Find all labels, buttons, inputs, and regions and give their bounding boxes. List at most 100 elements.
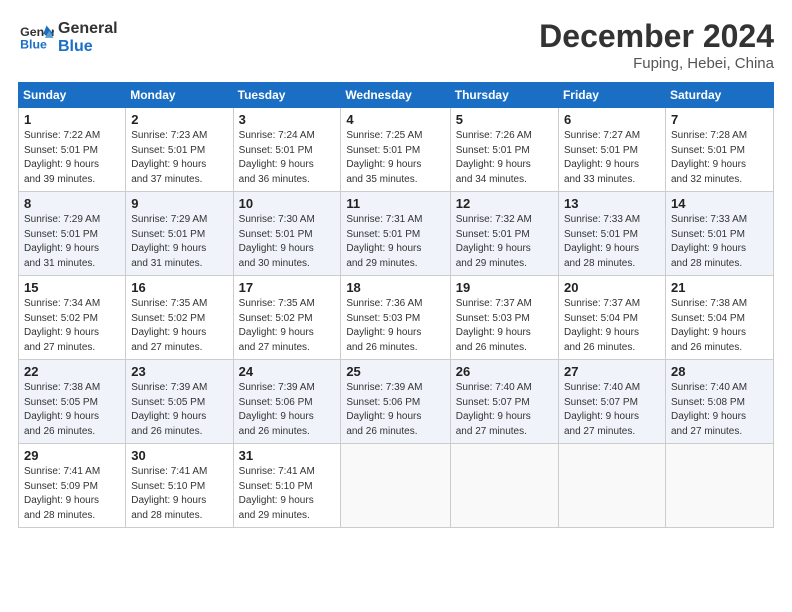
day-number: 15 xyxy=(24,280,120,295)
day-number: 30 xyxy=(131,448,227,463)
day-info: Sunrise: 7:29 AMSunset: 5:01 PMDaylight:… xyxy=(24,213,120,271)
calendar-cell: 11Sunrise: 7:31 AMSunset: 5:01 PMDayligh… xyxy=(341,192,450,276)
day-number: 20 xyxy=(564,280,660,295)
month-title: December 2024 xyxy=(539,18,774,55)
day-number: 16 xyxy=(131,280,227,295)
col-header-friday: Friday xyxy=(558,83,665,108)
day-info: Sunrise: 7:34 AMSunset: 5:02 PMDaylight:… xyxy=(24,297,120,355)
page: General Blue General Blue December 2024 … xyxy=(0,0,792,612)
day-number: 8 xyxy=(24,196,120,211)
calendar-cell: 24 Sunrise: 7:39 AMSunset: 5:06 PMDayligh… xyxy=(233,360,341,444)
calendar-cell: 6Sunrise: 7:27 AMSunset: 5:01 PMDaylight… xyxy=(558,108,665,192)
calendar-cell: 9Sunrise: 7:29 AMSunset: 5:01 PMDaylight… xyxy=(126,192,233,276)
calendar-cell: 28 Sunrise: 7:40 AMSunset: 5:08 PMDayligh… xyxy=(665,360,773,444)
week-row-1: 1 Sunrise: 7:22 AMSunset: 5:01 PMDaylight… xyxy=(19,108,774,192)
calendar-cell: 12 Sunrise: 7:32 AMSunset: 5:01 PMDayligh… xyxy=(450,192,558,276)
day-number: 31 xyxy=(239,448,336,463)
day-number: 29 xyxy=(24,448,120,463)
calendar-cell: 18 Sunrise: 7:36 AMSunset: 5:03 PMDayligh… xyxy=(341,276,450,360)
calendar-cell: 30 Sunrise: 7:41 AMSunset: 5:10 PMDayligh… xyxy=(126,444,233,528)
calendar-cell: 26 Sunrise: 7:40 AMSunset: 5:07 PMDayligh… xyxy=(450,360,558,444)
day-info: Sunrise: 7:38 AMSunset: 5:04 PMDaylight:… xyxy=(671,297,768,355)
day-info: Sunrise: 7:40 AMSunset: 5:08 PMDaylight:… xyxy=(671,381,768,439)
day-number: 11 xyxy=(346,196,444,211)
day-info: Sunrise: 7:41 AMSunset: 5:10 PMDaylight:… xyxy=(239,465,336,523)
day-number: 12 xyxy=(456,196,553,211)
col-header-sunday: Sunday xyxy=(19,83,126,108)
col-header-thursday: Thursday xyxy=(450,83,558,108)
calendar-cell: 29 Sunrise: 7:41 AMSunset: 5:09 PMDayligh… xyxy=(19,444,126,528)
day-number: 14 xyxy=(671,196,768,211)
day-info: Sunrise: 7:40 AMSunset: 5:07 PMDaylight:… xyxy=(456,381,553,439)
day-info: Sunrise: 7:32 AMSunset: 5:01 PMDaylight:… xyxy=(456,213,553,271)
week-row-3: 15 Sunrise: 7:34 AMSunset: 5:02 PMDayligh… xyxy=(19,276,774,360)
calendar-cell: 15 Sunrise: 7:34 AMSunset: 5:02 PMDayligh… xyxy=(19,276,126,360)
day-number: 6 xyxy=(564,112,660,127)
calendar-cell: 17 Sunrise: 7:35 AMSunset: 5:02 PMDayligh… xyxy=(233,276,341,360)
calendar-cell: 25 Sunrise: 7:39 AMSunset: 5:06 PMDayligh… xyxy=(341,360,450,444)
day-info: Sunrise: 7:40 AMSunset: 5:07 PMDaylight:… xyxy=(564,381,660,439)
day-number: 17 xyxy=(239,280,336,295)
calendar-cell: 14Sunrise: 7:33 AMSunset: 5:01 PMDayligh… xyxy=(665,192,773,276)
calendar-cell: 31 Sunrise: 7:41 AMSunset: 5:10 PMDayligh… xyxy=(233,444,341,528)
calendar-cell: 10Sunrise: 7:30 AMSunset: 5:01 PMDayligh… xyxy=(233,192,341,276)
col-header-wednesday: Wednesday xyxy=(341,83,450,108)
day-number: 26 xyxy=(456,364,553,379)
col-header-monday: Monday xyxy=(126,83,233,108)
day-info: Sunrise: 7:35 AMSunset: 5:02 PMDaylight:… xyxy=(239,297,336,355)
week-row-4: 22Sunrise: 7:38 AMSunset: 5:05 PMDayligh… xyxy=(19,360,774,444)
day-number: 22 xyxy=(24,364,120,379)
calendar-cell: 23Sunrise: 7:39 AMSunset: 5:05 PMDayligh… xyxy=(126,360,233,444)
day-number: 2 xyxy=(131,112,227,127)
day-info: Sunrise: 7:29 AMSunset: 5:01 PMDaylight:… xyxy=(131,213,227,271)
calendar-cell xyxy=(450,444,558,528)
day-number: 24 xyxy=(239,364,336,379)
calendar-cell xyxy=(341,444,450,528)
logo-general: General xyxy=(58,20,118,38)
day-number: 13 xyxy=(564,196,660,211)
day-info: Sunrise: 7:28 AMSunset: 5:01 PMDaylight:… xyxy=(671,129,768,187)
day-info: Sunrise: 7:35 AMSunset: 5:02 PMDaylight:… xyxy=(131,297,227,355)
day-number: 4 xyxy=(346,112,444,127)
day-info: Sunrise: 7:24 AMSunset: 5:01 PMDaylight:… xyxy=(239,129,336,187)
day-info: Sunrise: 7:30 AMSunset: 5:01 PMDaylight:… xyxy=(239,213,336,271)
day-info: Sunrise: 7:37 AMSunset: 5:04 PMDaylight:… xyxy=(564,297,660,355)
day-info: Sunrise: 7:36 AMSunset: 5:03 PMDaylight:… xyxy=(346,297,444,355)
calendar-cell: 2Sunrise: 7:23 AMSunset: 5:01 PMDaylight… xyxy=(126,108,233,192)
col-header-tuesday: Tuesday xyxy=(233,83,341,108)
day-number: 5 xyxy=(456,112,553,127)
day-number: 28 xyxy=(671,364,768,379)
day-info: Sunrise: 7:39 AMSunset: 5:05 PMDaylight:… xyxy=(131,381,227,439)
day-number: 21 xyxy=(671,280,768,295)
day-number: 18 xyxy=(346,280,444,295)
calendar-cell: 27 Sunrise: 7:40 AMSunset: 5:07 PMDayligh… xyxy=(558,360,665,444)
svg-text:Blue: Blue xyxy=(20,37,47,51)
day-info: Sunrise: 7:39 AMSunset: 5:06 PMDaylight:… xyxy=(239,381,336,439)
calendar-cell: 21 Sunrise: 7:38 AMSunset: 5:04 PMDayligh… xyxy=(665,276,773,360)
calendar-cell: 16 Sunrise: 7:35 AMSunset: 5:02 PMDayligh… xyxy=(126,276,233,360)
calendar-cell: 7Sunrise: 7:28 AMSunset: 5:01 PMDaylight… xyxy=(665,108,773,192)
calendar-cell: 22Sunrise: 7:38 AMSunset: 5:05 PMDayligh… xyxy=(19,360,126,444)
day-number: 25 xyxy=(346,364,444,379)
calendar-cell: 5Sunrise: 7:26 AMSunset: 5:01 PMDaylight… xyxy=(450,108,558,192)
col-header-saturday: Saturday xyxy=(665,83,773,108)
location: Fuping, Hebei, China xyxy=(539,55,774,72)
calendar-cell xyxy=(665,444,773,528)
day-info: Sunrise: 7:22 AMSunset: 5:01 PMDaylight:… xyxy=(24,129,120,187)
day-number: 1 xyxy=(24,112,120,127)
day-info: Sunrise: 7:41 AMSunset: 5:10 PMDaylight:… xyxy=(131,465,227,523)
day-number: 27 xyxy=(564,364,660,379)
logo-icon: General Blue xyxy=(18,22,54,52)
day-info: Sunrise: 7:25 AMSunset: 5:01 PMDaylight:… xyxy=(346,129,444,187)
day-info: Sunrise: 7:41 AMSunset: 5:09 PMDaylight:… xyxy=(24,465,120,523)
week-row-5: 29 Sunrise: 7:41 AMSunset: 5:09 PMDayligh… xyxy=(19,444,774,528)
logo: General Blue General Blue xyxy=(18,18,118,55)
header: General Blue General Blue December 2024 … xyxy=(18,18,774,72)
day-info: Sunrise: 7:39 AMSunset: 5:06 PMDaylight:… xyxy=(346,381,444,439)
calendar-cell: 3Sunrise: 7:24 AMSunset: 5:01 PMDaylight… xyxy=(233,108,341,192)
calendar-cell: 8 Sunrise: 7:29 AMSunset: 5:01 PMDaylight… xyxy=(19,192,126,276)
day-number: 19 xyxy=(456,280,553,295)
calendar-header-row: SundayMondayTuesdayWednesdayThursdayFrid… xyxy=(19,83,774,108)
calendar-cell: 19Sunrise: 7:37 AMSunset: 5:03 PMDayligh… xyxy=(450,276,558,360)
week-row-2: 8 Sunrise: 7:29 AMSunset: 5:01 PMDaylight… xyxy=(19,192,774,276)
